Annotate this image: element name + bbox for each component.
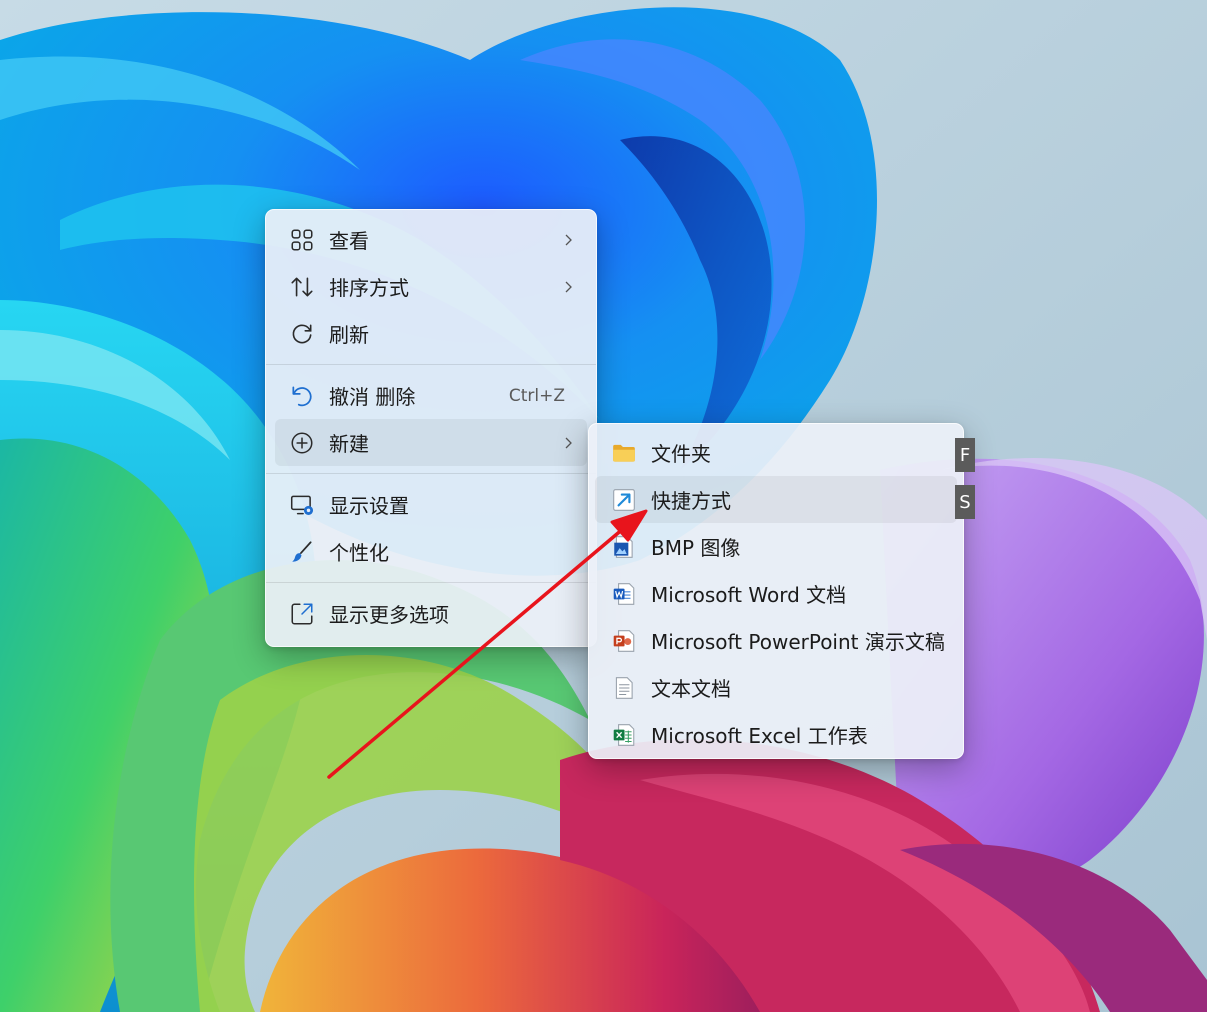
menu-item-label: 刷新 [329, 323, 369, 347]
undo-icon [289, 383, 315, 409]
submenu-item-label: Microsoft Excel 工作表 [651, 724, 868, 748]
menu-separator [266, 364, 596, 365]
menu-item-label: 新建 [329, 432, 369, 456]
menu-item-label: 查看 [329, 229, 369, 253]
chevron-right-icon [561, 233, 575, 247]
submenu-item-label: 文本文档 [651, 677, 731, 701]
menu-item-refresh[interactable]: 刷新 [275, 310, 587, 357]
plus-circle-icon [289, 430, 315, 456]
submenu-item-powerpoint-presentation[interactable]: Microsoft PowerPoint 演示文稿 [595, 617, 957, 664]
menu-item-sort-by[interactable]: 排序方式 [275, 263, 587, 310]
menu-item-label: 撤消 删除 [329, 385, 416, 409]
display-settings-icon [289, 492, 315, 518]
grid-icon [289, 227, 315, 253]
submenu-item-bmp-image[interactable]: BMP 图像 [595, 523, 957, 570]
menu-item-show-more-options[interactable]: 显示更多选项 [275, 590, 587, 637]
menu-separator [266, 582, 596, 583]
keyboard-shortcut: Ctrl+Z [508, 385, 565, 406]
bmp-image-icon [611, 534, 637, 560]
submenu-item-folder[interactable]: 文件夹 F [595, 429, 975, 476]
menu-item-label: 排序方式 [329, 276, 409, 300]
submenu-item-word-document[interactable]: Microsoft Word 文档 [595, 570, 957, 617]
menu-item-display-settings[interactable]: 显示设置 [275, 481, 587, 528]
submenu-item-text-document[interactable]: 文本文档 [595, 664, 957, 711]
menu-item-personalize[interactable]: 个性化 [275, 528, 587, 575]
excel-icon [611, 722, 637, 748]
menu-item-new[interactable]: 新建 [275, 419, 587, 466]
submenu-item-shortcut[interactable]: 快捷方式 S [595, 476, 975, 523]
sort-icon [289, 274, 315, 300]
access-key-badge: F [955, 438, 975, 472]
chevron-right-icon [561, 280, 575, 294]
submenu-item-label: Microsoft Word 文档 [651, 583, 847, 607]
menu-item-view[interactable]: 查看 [275, 216, 587, 263]
desktop-context-menu: 查看 排序方式 刷新 撤消 删除 Ctrl+Z 新建 显示设置 个性化 显示更多… [265, 209, 597, 647]
menu-item-undo-delete[interactable]: 撤消 删除 Ctrl+Z [275, 372, 587, 419]
shortcut-icon [611, 487, 637, 513]
submenu-item-label: 文件夹 [651, 442, 711, 466]
submenu-item-excel-worksheet[interactable]: Microsoft Excel 工作表 [595, 711, 957, 758]
access-key-badge: S [955, 485, 975, 519]
new-submenu: 文件夹 F 快捷方式 S BMP 图像 Microsoft Word 文档 Mi… [588, 423, 975, 759]
chevron-right-icon [561, 436, 575, 450]
menu-item-label: 显示设置 [329, 494, 409, 518]
menu-item-label: 个性化 [329, 541, 389, 565]
folder-icon [611, 440, 637, 466]
brush-icon [289, 539, 315, 565]
more-options-icon [289, 601, 315, 627]
submenu-item-label: BMP 图像 [651, 536, 741, 560]
submenu-item-label: 快捷方式 [651, 489, 731, 513]
submenu-item-label: Microsoft PowerPoint 演示文稿 [651, 630, 945, 654]
menu-item-label: 显示更多选项 [329, 603, 449, 627]
powerpoint-icon [611, 628, 637, 654]
refresh-icon [289, 321, 315, 347]
menu-separator [266, 473, 596, 474]
word-icon [611, 581, 637, 607]
text-document-icon [611, 675, 637, 701]
